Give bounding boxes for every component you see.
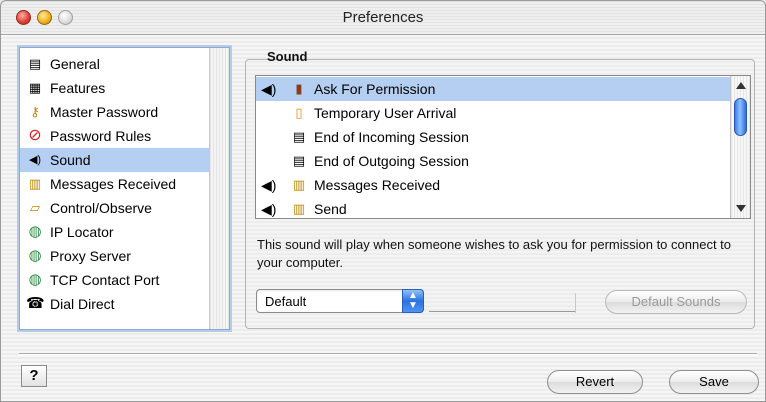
- sidebar-item-label: General: [50, 56, 100, 72]
- key-icon: ⚷: [30, 104, 40, 119]
- default-sounds-button[interactable]: Default Sounds: [605, 290, 747, 314]
- sidebar-item-features[interactable]: ▦ Features: [20, 76, 210, 100]
- scroll-thumb[interactable]: [734, 98, 747, 136]
- no-sign-icon: ⊘: [28, 127, 42, 144]
- speaker-icon: ◀): [261, 80, 277, 97]
- footer-divider: [19, 353, 757, 355]
- popup-value: Default: [265, 294, 307, 309]
- list-item-send[interactable]: ◀) ▥ Send: [256, 197, 730, 221]
- features-icon: ▦: [28, 80, 42, 95]
- session-icon: ▤: [292, 129, 306, 144]
- sidebar-item-label: Proxy Server: [50, 248, 131, 264]
- scroll-down-arrow-icon[interactable]: [736, 205, 746, 212]
- sidebar-item-label: Password Rules: [50, 128, 152, 144]
- sidebar-item-dial-direct[interactable]: ☎ Dial Direct: [20, 292, 210, 316]
- list-item-end-of-outgoing-session[interactable]: ▤ End of Outgoing Session: [256, 149, 730, 173]
- sidebar-item-label: Sound: [50, 152, 91, 168]
- messages-icon: ▥: [292, 201, 306, 216]
- sidebar-item-password-rules[interactable]: ⊘ Password Rules: [20, 124, 210, 148]
- sidebar-item-messages-received[interactable]: ▥ Messages Received: [20, 172, 210, 196]
- sidebar-item-label: IP Locator: [50, 224, 114, 240]
- sidebar-item-sound[interactable]: ◀) Sound: [20, 148, 210, 172]
- door-open-icon: ▯: [295, 105, 303, 120]
- sidebar-item-master-password[interactable]: ⚷ Master Password: [20, 100, 210, 124]
- list-item-label: End of Incoming Session: [314, 129, 469, 145]
- save-button[interactable]: Save: [669, 370, 759, 394]
- speaker-icon: ◀): [261, 176, 277, 193]
- control-icon: ▱: [30, 200, 40, 215]
- sidebar-item-label: Dial Direct: [50, 296, 115, 312]
- preferences-window: Preferences ▤ General ▦ Features ⚷ Maste…: [0, 0, 766, 402]
- list-scrollbar[interactable]: [730, 76, 750, 218]
- sound-description: This sound will play when someone wishes…: [257, 237, 732, 270]
- phone-icon: ☎: [26, 295, 45, 312]
- speaker-icon: ◀): [261, 200, 277, 217]
- sidebar-scrollbar[interactable]: [209, 48, 229, 329]
- messages-icon: ▥: [28, 176, 42, 191]
- list-item-label: Send: [314, 201, 347, 217]
- help-button[interactable]: ?: [21, 365, 47, 387]
- list-item-label: Messages Received: [314, 177, 441, 193]
- sidebar-item-label: Control/Observe: [50, 200, 152, 216]
- session-icon: ▤: [292, 153, 306, 168]
- title-bar[interactable]: Preferences: [1, 1, 765, 35]
- speaker-icon: ◀): [28, 154, 42, 166]
- list-item-label: Temporary User Arrival: [314, 105, 457, 121]
- list-item-end-of-incoming-session[interactable]: ▤ End of Incoming Session: [256, 125, 730, 149]
- sound-group-label: Sound: [267, 49, 308, 64]
- sidebar-item-label: Messages Received: [50, 176, 177, 192]
- globe-icon: ◍: [28, 271, 42, 288]
- list-item-label: Ask For Permission: [314, 81, 436, 97]
- sidebar-item-proxy-server[interactable]: ◍ Proxy Server: [20, 244, 210, 268]
- door-icon: ▮: [295, 81, 303, 96]
- window-title: Preferences: [342, 9, 424, 26]
- list-item-label: End of Outgoing Session: [314, 153, 469, 169]
- revert-button[interactable]: Revert: [547, 370, 643, 394]
- globe-icon: ◍: [28, 247, 42, 264]
- sidebar-item-label: Features: [50, 80, 106, 96]
- scroll-up-arrow-icon[interactable]: [736, 82, 746, 89]
- sound-popup-menu[interactable]: Default ▲ ▼: [256, 289, 424, 313]
- sidebar-item-general[interactable]: ▤ General: [20, 52, 210, 76]
- sidebar-item-label: Master Password: [50, 104, 159, 120]
- list-item-messages-received[interactable]: ◀) ▥ Messages Received: [256, 173, 730, 197]
- sidebar-item-label: TCP Contact Port: [50, 272, 160, 288]
- globe-icon: ◍: [28, 223, 42, 240]
- updown-arrows-icon[interactable]: ▲ ▼: [402, 289, 424, 313]
- sound-events-list[interactable]: ◀) ▮ Ask For Permission ▯ Temporary User…: [255, 75, 751, 219]
- sidebar-item-tcp-contact-port[interactable]: ◍ TCP Contact Port: [20, 268, 210, 292]
- divider: [429, 311, 575, 312]
- divider: [575, 293, 576, 313]
- list-item-temporary-user-arrival[interactable]: ▯ Temporary User Arrival: [256, 101, 730, 125]
- sidebar-item-control-observe[interactable]: ▱ Control/Observe: [20, 196, 210, 220]
- list-item-ask-for-permission[interactable]: ◀) ▮ Ask For Permission: [256, 77, 730, 101]
- general-icon: ▤: [28, 56, 42, 71]
- sidebar-item-ip-locator[interactable]: ◍ IP Locator: [20, 220, 210, 244]
- sidebar-list[interactable]: ▤ General ▦ Features ⚷ Master Password ⊘…: [19, 47, 230, 330]
- messages-icon: ▥: [292, 177, 306, 192]
